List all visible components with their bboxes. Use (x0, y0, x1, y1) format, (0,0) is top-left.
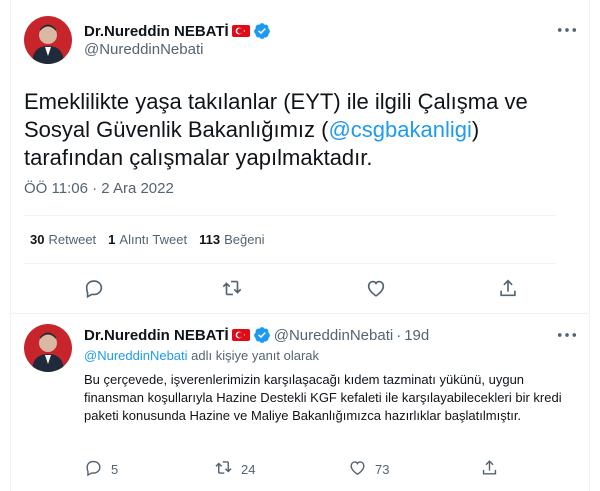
reply-header: Dr.Nureddin NEBATİ @NureddinNebati · 19d (84, 326, 429, 344)
divider (10, 313, 590, 314)
retweets-count: 30 (30, 232, 45, 247)
like-icon (348, 458, 367, 480)
retweets-stat[interactable]: 30 Retweet (30, 232, 96, 247)
tweet-stats: 30 Retweet 1 Alıntı Tweet 113 Beğeni (30, 232, 265, 247)
share-action[interactable] (480, 458, 499, 480)
author-name[interactable]: Dr.Nureddin NEBATİ (84, 22, 271, 40)
share-icon[interactable] (496, 276, 520, 300)
reply-icon[interactable] (82, 276, 106, 300)
divider (24, 215, 556, 216)
like-count: 73 (375, 461, 390, 477)
tweet-timestamp[interactable]: ÖÖ 11:06 · 2 Ara 2022 (24, 180, 174, 197)
likes-count: 113 (199, 232, 221, 247)
separator-dot: · (396, 326, 402, 344)
retweet-count: 24 (241, 461, 256, 477)
quote-tweets-stat[interactable]: 1 Alıntı Tweet (108, 232, 187, 247)
more-options-icon[interactable] (556, 325, 578, 345)
quotes-count: 1 (108, 232, 116, 247)
author-avatar[interactable] (24, 16, 72, 64)
likes-stat[interactable]: 113 Beğeni (199, 232, 264, 247)
retweet-icon[interactable] (220, 276, 244, 300)
like-icon[interactable] (364, 276, 388, 300)
replying-to: @NureddinNebati adlı kişiye yanıt olarak (84, 348, 319, 363)
quotes-label: Alıntı Tweet (119, 232, 188, 247)
share-icon (480, 458, 499, 480)
author-name-text[interactable]: Dr.Nureddin NEBATİ (84, 23, 229, 40)
reply-time[interactable]: 19d (404, 327, 429, 344)
like-action[interactable]: 73 (348, 458, 389, 480)
turkey-flag-icon (231, 25, 250, 37)
reply-author-name[interactable]: Dr.Nureddin NEBATİ (84, 327, 229, 344)
reply-author-avatar[interactable] (24, 324, 72, 372)
retweet-action[interactable]: 24 (214, 458, 255, 480)
turkey-flag-icon (231, 329, 250, 341)
divider (24, 263, 556, 264)
likes-label: Beğeni (224, 232, 265, 247)
verified-badge-icon (253, 22, 271, 40)
author-handle[interactable]: @NureddinNebati (84, 41, 203, 58)
verified-badge-icon (253, 326, 271, 344)
reply-count: 5 (111, 461, 119, 477)
reply-actions: 5 24 73 (0, 458, 600, 480)
reply-action[interactable]: 5 (84, 458, 118, 480)
reply-icon (84, 458, 103, 480)
tweet-actions (0, 276, 600, 302)
retweets-label: Retweet (48, 232, 97, 247)
reply-author-handle[interactable]: @NureddinNebati (274, 327, 393, 344)
mention-link[interactable]: @csgbakanligi (328, 117, 471, 142)
tweet-text: Emeklilikte yaşa takılanlar (EYT) ile il… (24, 88, 544, 172)
reply-text: Bu çerçevede, işverenlerimizin karşılaşa… (84, 372, 562, 423)
replying-to-suffix: adlı kişiye yanıt olarak (187, 348, 320, 363)
more-options-icon[interactable] (556, 20, 578, 40)
retweet-icon (214, 458, 233, 480)
replying-to-mention[interactable]: @NureddinNebati (84, 348, 188, 363)
